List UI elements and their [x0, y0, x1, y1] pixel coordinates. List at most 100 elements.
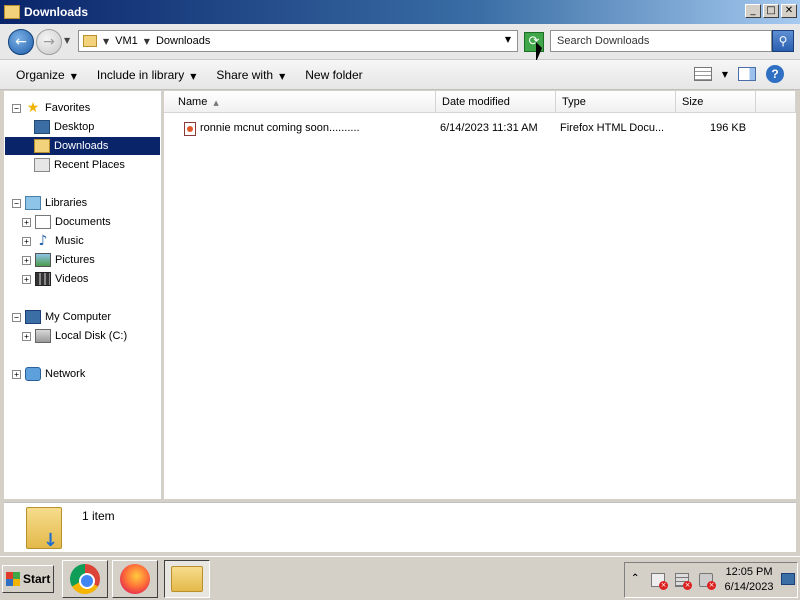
- breadcrumb-downloads[interactable]: Downloads: [156, 35, 210, 47]
- tree-network[interactable]: + Network: [12, 365, 85, 383]
- organize-button[interactable]: Organize ▼: [10, 64, 83, 86]
- taskbar: Start ⌃ × × × 12:05 PM 6/14/2023: [0, 556, 800, 600]
- details-view-icon[interactable]: [693, 67, 712, 81]
- collapse-icon[interactable]: −: [12, 198, 21, 208]
- collapse-icon[interactable]: −: [12, 312, 21, 322]
- window-title: Downloads: [24, 5, 89, 19]
- firefox-icon: [120, 564, 150, 594]
- chevron-down-icon: ▼: [70, 71, 77, 81]
- show-desktop-icon[interactable]: [781, 573, 795, 585]
- column-header-date-modified[interactable]: Date modified: [436, 91, 556, 113]
- column-header-extra[interactable]: [756, 91, 796, 113]
- pictures-icon: [35, 253, 51, 267]
- error-icon: ×: [683, 581, 692, 590]
- expand-icon[interactable]: +: [22, 236, 31, 246]
- action-center-icon[interactable]: ×: [651, 573, 668, 590]
- recent-places-label: Recent Places: [54, 159, 125, 171]
- tree-favorites[interactable]: − ★ Favorites: [12, 99, 90, 117]
- command-bar: Organize ▼ Include in library ▼ Share with…: [0, 60, 800, 90]
- details-pane: ↓ 1 item: [4, 502, 796, 552]
- expand-icon[interactable]: +: [12, 369, 21, 379]
- libraries-icon: [25, 196, 41, 210]
- download-arrow-icon: ↓: [43, 530, 59, 551]
- maximize-button[interactable]: □: [763, 4, 779, 18]
- column-header-type[interactable]: Type: [556, 91, 676, 113]
- disk-icon: [35, 329, 51, 343]
- address-dropdown[interactable]: ▼: [505, 35, 511, 44]
- file-list[interactable]: Name ▲ Date modified Type Size ronnie mcn…: [164, 91, 796, 499]
- favorites-label: Favorites: [45, 102, 91, 114]
- expand-icon[interactable]: +: [22, 331, 31, 341]
- clock[interactable]: 12:05 PM 6/14/2023: [721, 565, 777, 595]
- expand-icon[interactable]: +: [22, 255, 31, 265]
- network-icon: [25, 367, 41, 381]
- tree-local-disk[interactable]: + Local Disk (C:): [22, 327, 127, 345]
- search-icon: ⚲: [778, 34, 788, 48]
- downloads-folder-icon: ↓: [26, 507, 62, 551]
- file-size: 196 KB: [710, 122, 747, 134]
- back-button[interactable]: ←: [8, 29, 34, 55]
- new-folder-button[interactable]: New folder: [299, 64, 368, 86]
- downloads-folder-icon: [34, 139, 50, 153]
- videos-label: Videos: [55, 273, 89, 285]
- start-button[interactable]: Start: [2, 565, 54, 593]
- include-in-library-button[interactable]: Include in library ▼: [91, 64, 203, 86]
- name-column-label: Name: [178, 96, 208, 108]
- forward-button[interactable]: →: [36, 29, 62, 55]
- close-button[interactable]: ✕: [781, 4, 797, 18]
- collapse-icon[interactable]: −: [12, 103, 21, 113]
- column-header-name[interactable]: Name ▲: [164, 91, 436, 113]
- view-dropdown[interactable]: ▼: [722, 70, 728, 79]
- tree-documents[interactable]: + Documents: [22, 213, 111, 231]
- preview-pane-icon[interactable]: [738, 67, 756, 81]
- libraries-label: Libraries: [45, 197, 88, 209]
- expand-icon[interactable]: +: [22, 217, 31, 227]
- expand-icon[interactable]: +: [22, 274, 31, 284]
- file-name: ronnie mcnut coming soon..........: [200, 122, 360, 134]
- arrow-left-icon: ←: [15, 34, 27, 50]
- title-bar[interactable]: Downloads _ □ ✕: [0, 0, 800, 24]
- arrow-right-icon: →: [43, 34, 55, 50]
- share-with-button[interactable]: Share with ▼: [210, 64, 291, 86]
- explorer-folder-icon: [171, 566, 203, 592]
- pictures-label: Pictures: [55, 254, 95, 266]
- clock-date: 6/14/2023: [724, 581, 774, 593]
- search-input[interactable]: Search Downloads: [550, 30, 772, 52]
- volume-icon[interactable]: ×: [699, 573, 716, 590]
- error-icon: ×: [707, 581, 716, 590]
- taskbar-chrome[interactable]: [62, 560, 108, 598]
- organize-label: Organize: [16, 67, 65, 82]
- file-row[interactable]: ronnie mcnut coming soon.......... 6/14/…: [164, 119, 764, 139]
- tree-my-computer[interactable]: − My Computer: [12, 308, 111, 326]
- start-label: Start: [23, 572, 51, 586]
- search-button[interactable]: ⚲: [772, 30, 794, 52]
- sort-ascending-icon: ▲: [213, 99, 219, 107]
- music-label: Music: [55, 235, 84, 247]
- chevron-down-icon[interactable]: ▼: [103, 37, 109, 46]
- tree-pictures[interactable]: + Pictures: [22, 251, 95, 269]
- recent-places-icon: [34, 158, 50, 172]
- tree-recent-places[interactable]: Recent Places: [34, 156, 125, 174]
- tree-videos[interactable]: + Videos: [22, 270, 88, 288]
- documents-label: Documents: [55, 216, 111, 228]
- folder-icon: [4, 5, 20, 19]
- breadcrumb-vm1[interactable]: VM1: [115, 35, 138, 47]
- chevron-down-icon[interactable]: ▼: [144, 37, 150, 46]
- help-icon[interactable]: ?: [766, 65, 784, 83]
- show-hidden-icons-icon[interactable]: ⌃: [631, 573, 639, 584]
- taskbar-firefox[interactable]: [112, 560, 158, 598]
- include-in-library-label: Include in library: [96, 67, 185, 82]
- taskbar-explorer[interactable]: [164, 560, 210, 598]
- column-header-size[interactable]: Size: [676, 91, 756, 113]
- tree-downloads[interactable]: Downloads: [5, 137, 160, 155]
- windows-logo-icon: [6, 572, 20, 586]
- tree-desktop[interactable]: Desktop: [34, 118, 94, 136]
- tree-music[interactable]: + ♪ Music: [22, 232, 84, 250]
- network-status-icon[interactable]: ×: [675, 573, 692, 590]
- view-controls: ▼ ?: [693, 65, 784, 83]
- recent-pages-dropdown[interactable]: ▼: [64, 36, 70, 45]
- address-bar[interactable]: ▼ VM1 ▼ Downloads ▼: [78, 30, 518, 52]
- network-label: Network: [45, 368, 86, 380]
- tree-libraries[interactable]: − Libraries: [12, 194, 87, 212]
- minimize-button[interactable]: _: [745, 4, 761, 18]
